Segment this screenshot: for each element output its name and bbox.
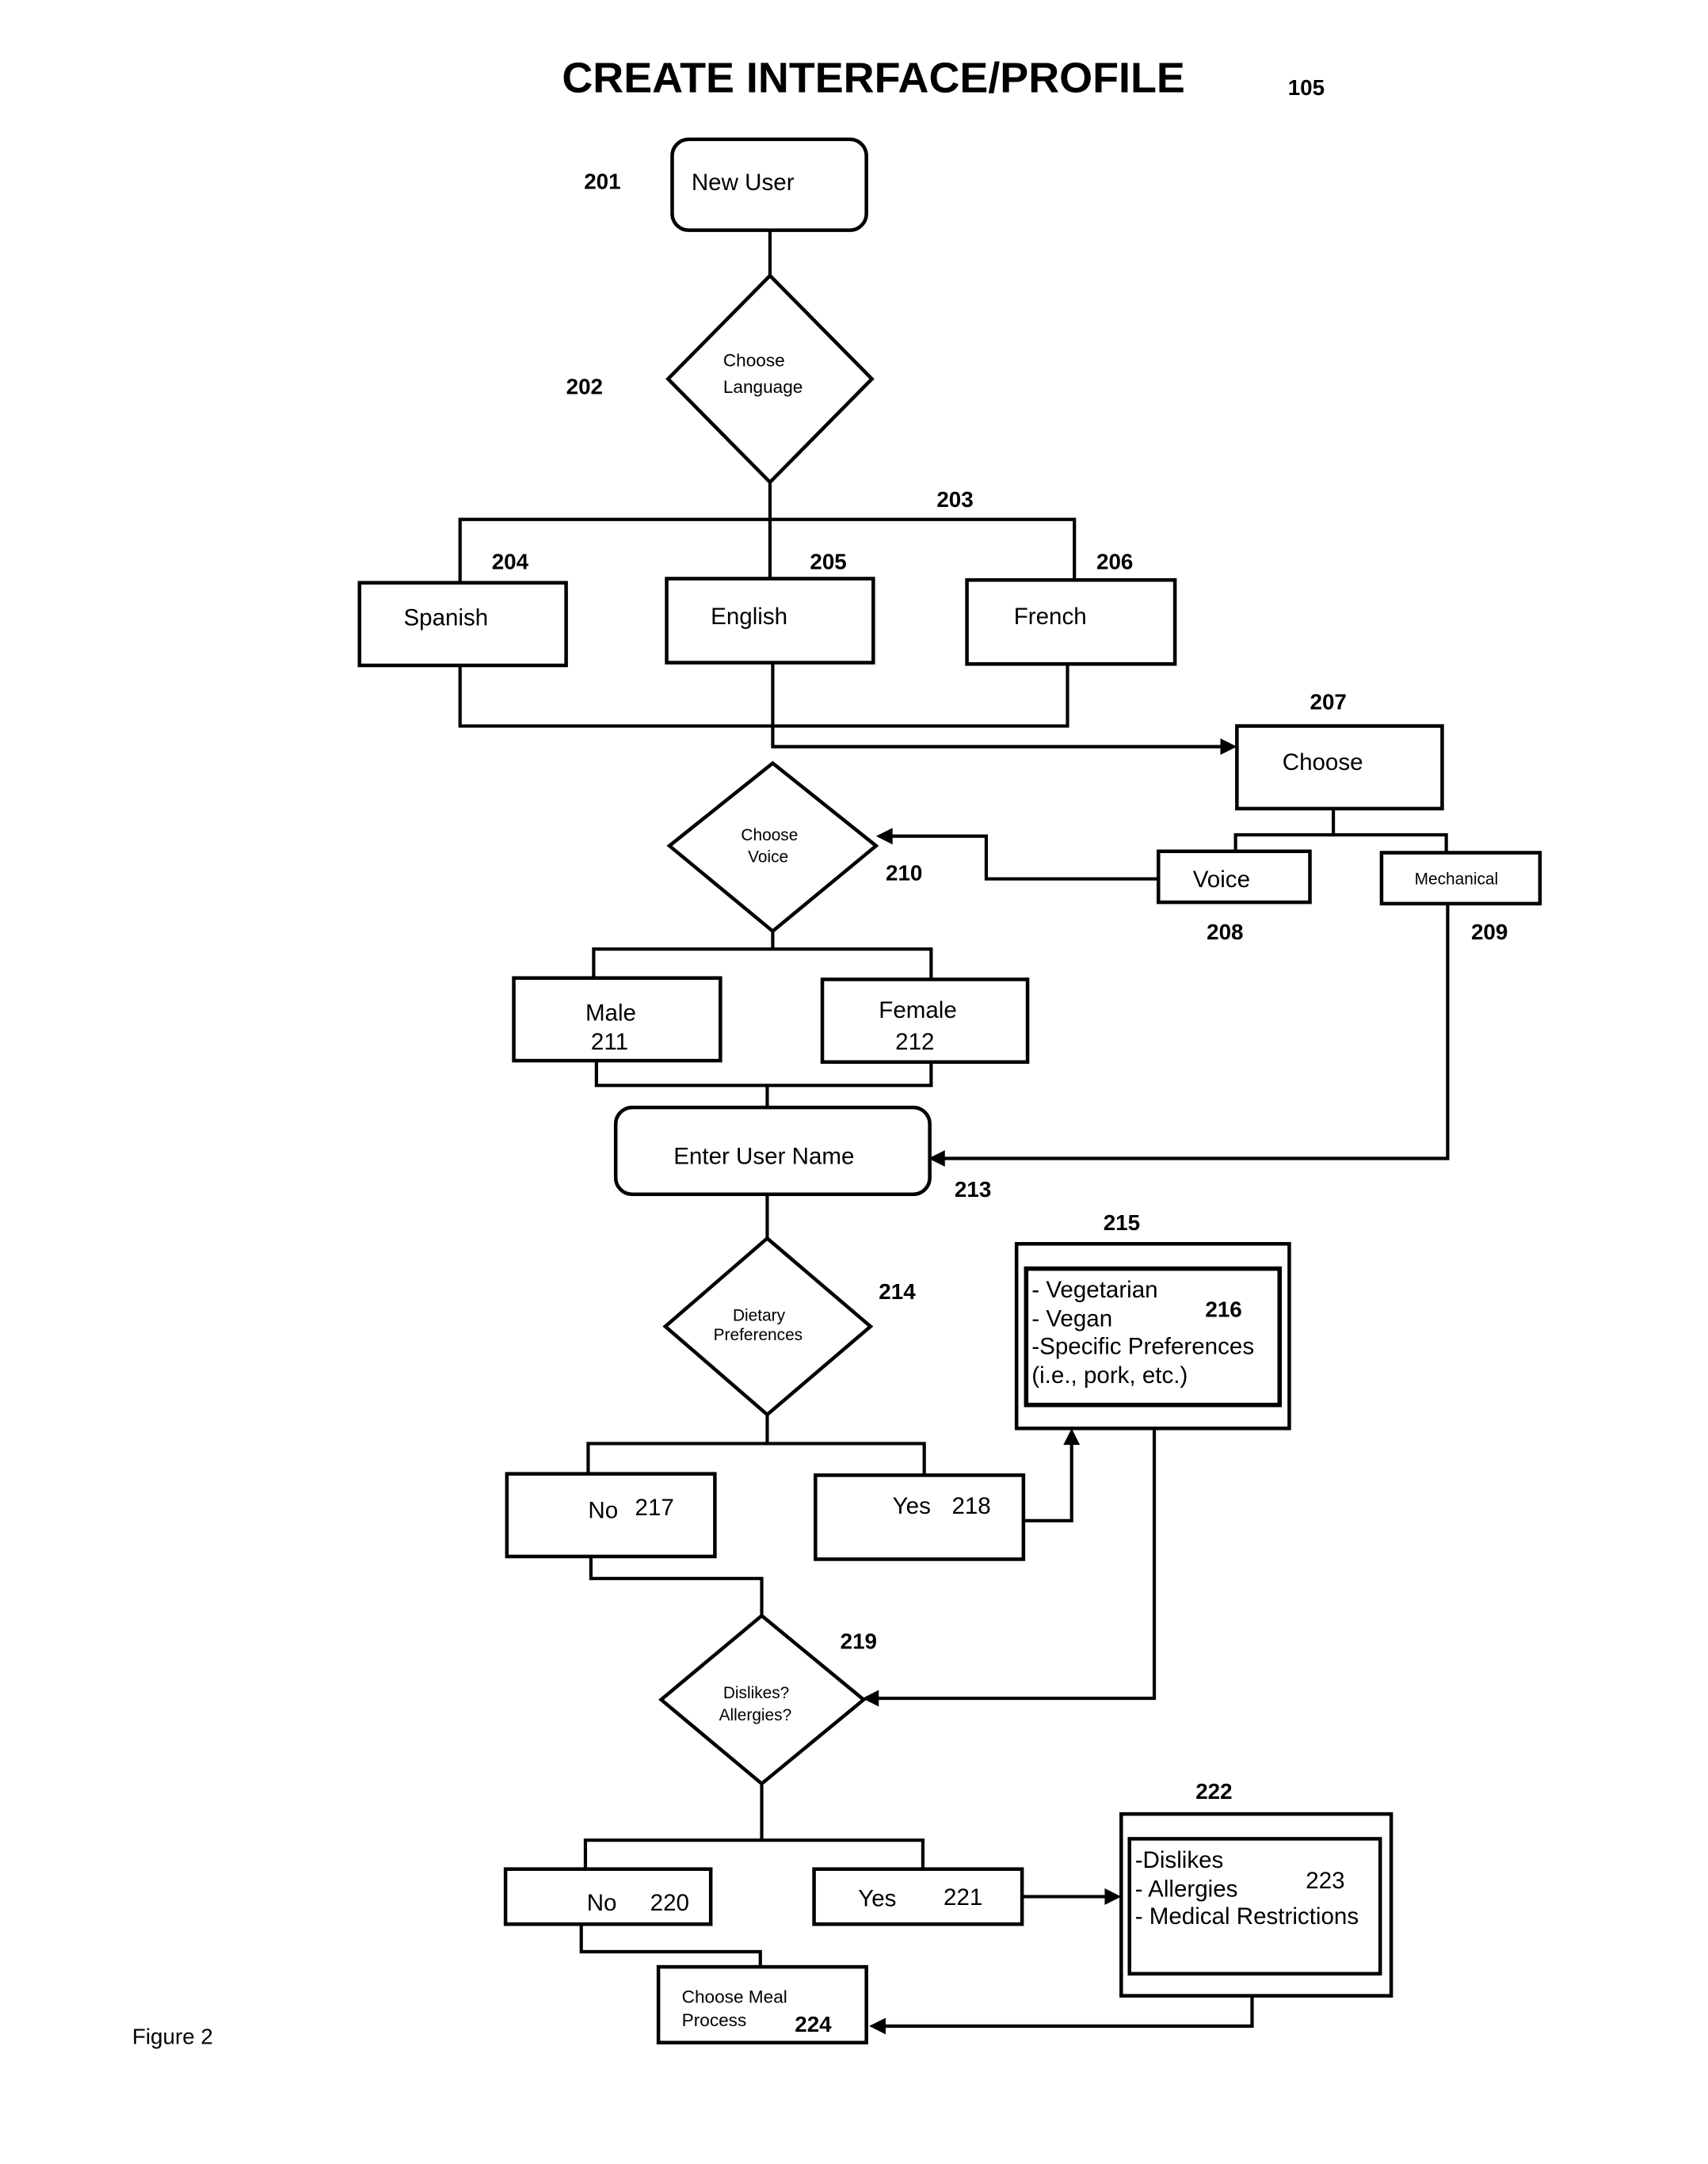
node-label: Yes [858,1886,896,1912]
ref-number: 220 [650,1890,689,1916]
node-209-mechanical: Mechanical 209 [1379,851,1542,944]
edge-220-224 [579,1924,762,1968]
option-allergies: - Allergies [1135,1876,1238,1902]
node-label: No [588,1497,618,1523]
node-label: Mechanical [1415,870,1499,888]
node-222-restrictions-panel: 222 -Dislikes - Allergies - Medical Rest… [1119,1779,1393,1998]
ref-number: 224 [795,2012,832,2036]
node-label-line: Preferences [714,1326,803,1344]
node-213-enter-user-name: Enter User Name 213 [613,1105,991,1202]
edge-voices-merge [594,1061,933,1088]
node-label-line: Choose [723,351,785,371]
edge-215-219 [877,1428,1157,1701]
ref-number: 209 [1471,920,1508,944]
ref-number: 202 [566,375,603,399]
ref-number: 222 [1195,1779,1232,1804]
arrowhead [1104,1888,1122,1905]
node-label-line: Language [723,377,803,397]
node-208-voice: Voice 208 [1156,849,1312,944]
node-224-choose-meal-process: Choose Meal Process 224 [656,1964,868,2045]
bus-203 [458,517,1077,581]
ref-number: 208 [1207,920,1243,944]
ref-number: 201 [584,169,620,193]
ref-number: 218 [951,1493,990,1519]
ref-number: 213 [955,1177,991,1202]
node-label-line: Choose [741,826,798,844]
node-label-line: Choose Meal [682,1987,787,2006]
node-219-dislikes-allergies: Dislikes? Allergies? 219 [658,1613,877,1786]
node-221-yes: Yes 221 [812,1867,1024,1926]
arrowhead [875,828,893,845]
figure-label: Figure 2 [132,2024,213,2048]
node-label: French [1014,604,1087,630]
node-label: Yes [893,1493,931,1519]
bus-210 [592,947,933,980]
edge-208-210 [890,834,1159,881]
ref-number: 215 [1104,1210,1140,1235]
node-210-choose-voice: Choose Voice 210 [666,760,922,934]
node-label: Voice [1193,867,1250,893]
edge-218-215 [1023,1443,1073,1522]
node-217-no: No 217 [505,1472,717,1559]
node-label: English [711,604,787,630]
ref-number-203: 203 [936,487,973,512]
node-label: Choose [1283,749,1363,775]
ref-number: 219 [841,1629,877,1653]
bus-219 [583,1838,925,1869]
bus-214 [586,1442,926,1476]
node-214-dietary-preferences: Dietary Preferences 214 [662,1236,916,1417]
edge-languages-207 [771,662,1223,749]
diagram-title: CREATE INTERFACE/PROFILE [562,55,1184,102]
node-215-dietary-options-panel: 215 - Vegetarian - Vegan -Specific Prefe… [1014,1210,1291,1431]
edge-217-219 [589,1556,764,1616]
node-204-spanish: Spanish 204 [357,549,568,668]
ref-number: 217 [635,1495,674,1521]
node-220-no: No 220 [503,1867,713,1926]
arrowhead [869,2017,886,2035]
node-label: Female [879,997,957,1023]
ref-number: 206 [1096,549,1133,573]
title-ref-number: 105 [1288,75,1325,100]
node-label: New User [692,170,795,196]
node-206-french: French 206 [965,549,1177,666]
ref-number: 214 [879,1279,916,1304]
node-shape [812,1867,1024,1926]
ref-number: 211 [591,1029,628,1055]
node-201-new-user: New User 201 [584,137,868,232]
edge-languages-merge [458,664,1069,728]
option-vegan: - Vegan [1031,1306,1112,1332]
node-label: Spanish [403,605,488,631]
node-218-yes: Yes 218 [814,1473,1026,1561]
node-211-male: Male 211 [512,976,722,1063]
node-label-line: Dislikes? [723,1684,789,1702]
node-label-line: Process [682,2010,747,2030]
decision-diamond [666,760,879,934]
node-207-choose: Choose 207 [1235,690,1444,811]
node-label: Enter User Name [673,1143,854,1169]
option-example: (i.e., pork, etc.) [1031,1362,1188,1389]
node-202-choose-language: Choose Language 202 [566,272,875,486]
ref-number-216: 216 [1205,1297,1241,1321]
ref-number: 204 [492,549,529,573]
flowchart-canvas: CREATE INTERFACE/PROFILE 105 New User 20… [132,55,1542,2048]
node-label: Male [585,1000,636,1027]
option-specific-preferences: -Specific Preferences [1031,1333,1254,1359]
node-212-female: Female 212 [820,977,1030,1065]
option-vegetarian: - Vegetarian [1031,1277,1157,1303]
node-label: No [587,1890,617,1916]
ref-number: 212 [895,1029,934,1055]
node-label-line: Voice [748,848,788,867]
node-label-line: Allergies? [719,1706,792,1724]
edge-222-224 [884,1997,1254,2028]
option-medical-restrictions: - Medical Restrictions [1135,1903,1359,1930]
ref-number-223: 223 [1306,1868,1344,1894]
arrowhead [1063,1428,1081,1446]
ref-number: 205 [810,549,846,573]
arrowhead [1220,738,1237,756]
ref-number: 207 [1310,690,1347,714]
node-label-line: Dietary [733,1307,786,1325]
ref-number: 210 [886,860,922,885]
ref-number: 221 [944,1884,982,1911]
option-dislikes: -Dislikes [1135,1847,1224,1873]
